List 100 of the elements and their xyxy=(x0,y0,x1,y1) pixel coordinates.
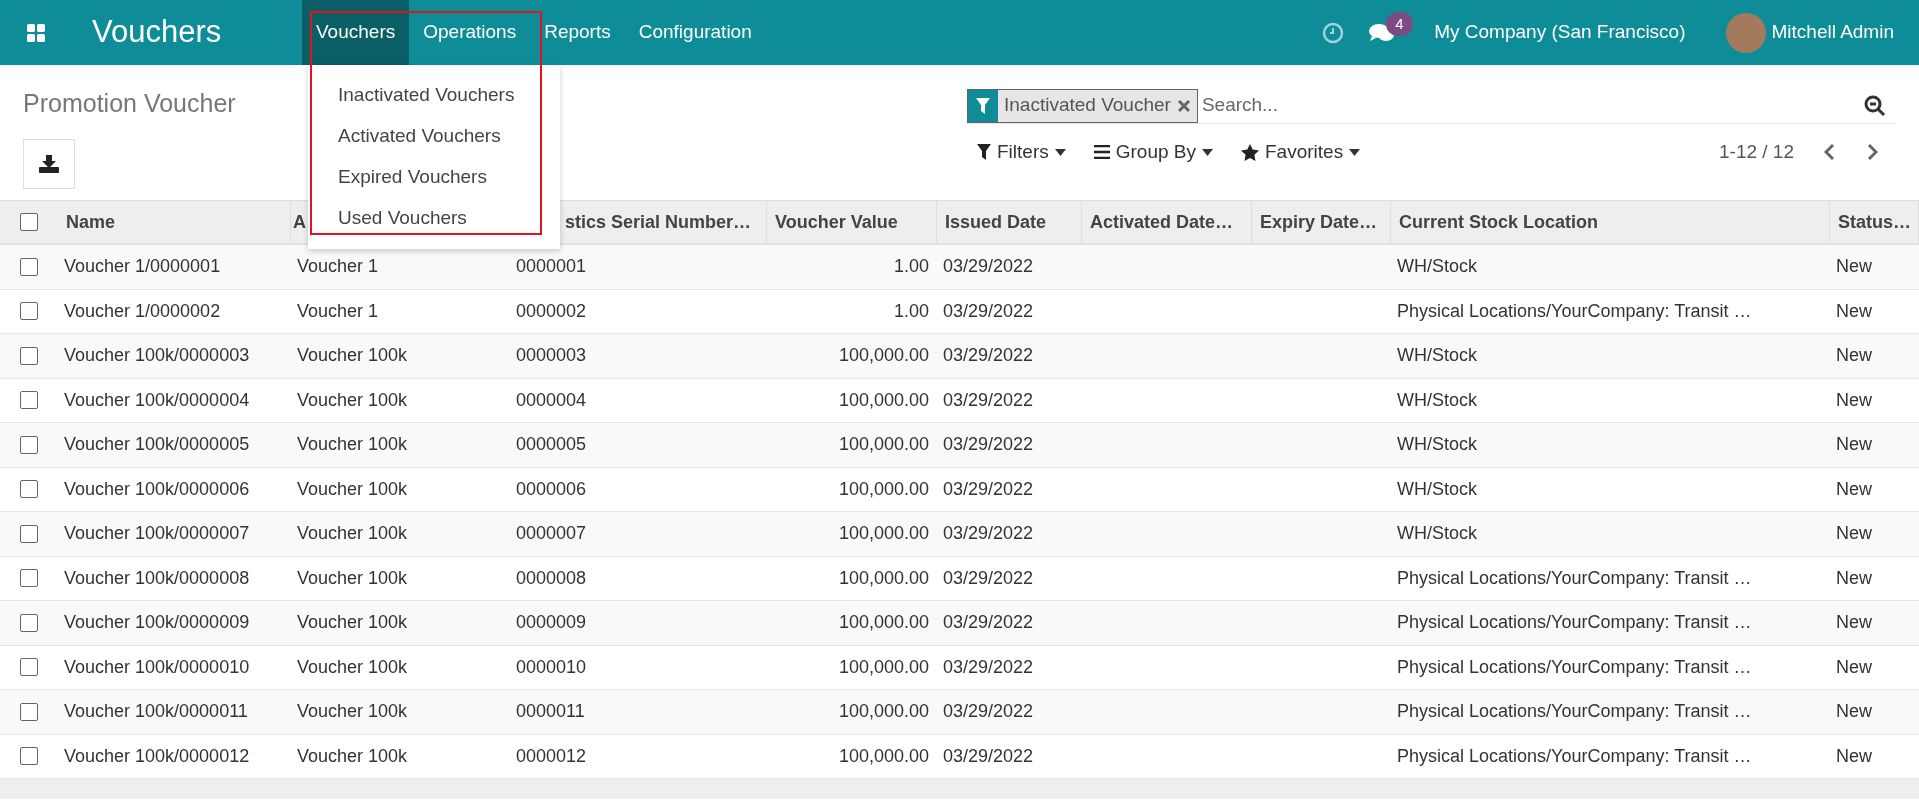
app-grid-icon[interactable] xyxy=(27,23,45,42)
favorites-button[interactable]: Favorites xyxy=(1241,138,1361,167)
table-cell-text: 100,000.00 xyxy=(838,433,929,457)
column-header[interactable]: Issued Date xyxy=(945,208,1047,236)
checkbox[interactable] xyxy=(20,435,38,454)
checkbox[interactable] xyxy=(20,302,38,321)
notification-badge: 4 xyxy=(1386,11,1413,36)
table-cell-text: WH/Stock xyxy=(1397,344,1477,368)
column-header[interactable]: Name xyxy=(66,208,116,236)
app-title[interactable]: Vouchers xyxy=(92,9,302,56)
table-cell-text: 100,000.00 xyxy=(838,388,929,412)
table-cell-text: Voucher 100k/0000003 xyxy=(64,344,250,368)
column-header[interactable]: Expiry Date… xyxy=(1260,208,1378,236)
table-cell-text: New xyxy=(1836,744,1872,768)
table-cell-text: New xyxy=(1836,388,1872,412)
menu-item[interactable]: Vouchers xyxy=(302,0,410,65)
filter-tag-label: Inactivated Voucher xyxy=(1003,93,1172,118)
table-cell-text: Voucher 100k/0000012 xyxy=(64,744,250,768)
chevron-left-icon xyxy=(1824,143,1835,162)
column-header[interactable]: Current Stock Location xyxy=(1399,208,1599,236)
table-cell-text: 0000007 xyxy=(516,522,587,546)
checkbox[interactable] xyxy=(20,747,38,766)
table-cell-text: 03/29/2022 xyxy=(943,433,1034,457)
table-cell-text: 03/29/2022 xyxy=(943,522,1034,546)
menu-item[interactable]: Reports xyxy=(530,0,625,65)
checkbox[interactable] xyxy=(20,391,38,410)
filter-tag[interactable]: Inactivated Voucher xyxy=(967,88,1198,123)
table-cell-text: Voucher 100k xyxy=(297,388,408,412)
column-header[interactable]: Activated Date… xyxy=(1090,208,1234,236)
checkbox[interactable] xyxy=(20,524,38,543)
pager-value[interactable]: 1-12 / 12 xyxy=(1719,138,1794,167)
user-name[interactable]: Mitchell Admin xyxy=(1771,18,1894,47)
checkbox[interactable] xyxy=(20,658,38,677)
dropdown-item[interactable]: Used Vouchers xyxy=(308,198,560,239)
table-cell-text: 03/29/2022 xyxy=(943,255,1034,279)
table-cell-text: New xyxy=(1836,255,1872,279)
table-cell-text: Voucher 1 xyxy=(297,255,379,279)
table-cell-text: Voucher 100k/0000004 xyxy=(64,388,250,412)
menu-item[interactable]: Configuration xyxy=(624,0,766,65)
table-cell-text: 03/29/2022 xyxy=(943,611,1034,635)
chevron-right-icon xyxy=(1867,143,1878,162)
table-cell-text: 0000012 xyxy=(516,744,587,768)
table-cell-text: New xyxy=(1836,611,1872,635)
table-cell-text: WH/Stock xyxy=(1397,255,1477,279)
download-button[interactable] xyxy=(23,138,75,189)
table-cell-text: 0000002 xyxy=(516,299,587,323)
table-cell-text: Voucher 100k xyxy=(297,611,408,635)
table-cell-text: 100,000.00 xyxy=(838,611,929,635)
table-cell-text: New xyxy=(1836,655,1872,679)
table-cell-text: Voucher 100k xyxy=(297,744,408,768)
column-header[interactable]: A xyxy=(293,208,306,236)
search-icon[interactable] xyxy=(1864,94,1886,117)
table-cell-text: Voucher 100k xyxy=(297,344,408,368)
dropdown-item[interactable]: Expired Vouchers xyxy=(308,157,560,198)
table-cell-text: 100,000.00 xyxy=(838,655,929,679)
checkbox[interactable] xyxy=(20,569,38,588)
table-cell-text: New xyxy=(1836,299,1872,323)
remove-icon[interactable] xyxy=(1176,98,1191,113)
checkbox[interactable] xyxy=(20,613,38,632)
column-header[interactable]: stics Serial Number… xyxy=(565,208,752,236)
table-cell-text: 03/29/2022 xyxy=(943,299,1034,323)
menu-item[interactable]: Operations xyxy=(409,0,531,65)
table-cell-text: Voucher 100k/0000011 xyxy=(64,700,248,724)
caret-icon xyxy=(1349,148,1361,156)
table-cell-text: New xyxy=(1836,433,1872,457)
checkbox[interactable] xyxy=(20,213,38,231)
table-cell-text: 0000009 xyxy=(516,611,587,635)
list-icon xyxy=(1093,145,1110,160)
checkbox[interactable] xyxy=(20,480,38,499)
search-field[interactable]: Search... xyxy=(1201,91,1864,120)
company-name[interactable]: My Company (San Francisco) xyxy=(1434,18,1686,47)
table-cell-text: 100,000.00 xyxy=(838,744,929,768)
table-cell-text: WH/Stock xyxy=(1397,388,1477,412)
dropdown-item[interactable]: Inactivated Vouchers xyxy=(308,75,560,116)
table-cell-text: 0000005 xyxy=(516,433,587,457)
dropdown-item[interactable]: Activated Vouchers xyxy=(308,116,560,157)
checkbox[interactable] xyxy=(20,702,38,721)
group-by-button[interactable]: Group By xyxy=(1093,138,1213,167)
checkbox[interactable] xyxy=(20,346,38,365)
star-icon xyxy=(1241,143,1259,161)
table-cell-text: Physical Locations/YourCompany: Transit … xyxy=(1397,655,1752,679)
table-cell-text: 03/29/2022 xyxy=(943,566,1034,590)
table-cell-text: Voucher 100k xyxy=(297,700,408,724)
table-cell-text: 0000003 xyxy=(516,344,587,368)
table-cell-text: 03/29/2022 xyxy=(943,344,1034,368)
table-cell-text: Voucher 100k xyxy=(297,522,408,546)
table-cell-text: Physical Locations/YourCompany: Transit … xyxy=(1397,566,1752,590)
table-cell-text: Voucher 100k xyxy=(297,477,408,501)
table-cell-text: Voucher 100k xyxy=(297,655,408,679)
table-cell-text: WH/Stock xyxy=(1397,433,1477,457)
checkbox[interactable] xyxy=(20,257,38,276)
table-cell-text: Physical Locations/YourCompany: Transit … xyxy=(1397,611,1752,635)
table-cell-text: New xyxy=(1836,700,1872,724)
table-cell-text: Physical Locations/YourCompany: Transit … xyxy=(1397,299,1752,323)
table-cell-text: New xyxy=(1836,477,1872,501)
filters-button[interactable]: Filters xyxy=(977,138,1066,167)
column-header[interactable]: Status… xyxy=(1838,208,1911,236)
column-header[interactable]: Voucher Value xyxy=(775,208,898,236)
table-cell-text: 1.00 xyxy=(893,255,929,279)
table-cell-text: New xyxy=(1836,566,1872,590)
